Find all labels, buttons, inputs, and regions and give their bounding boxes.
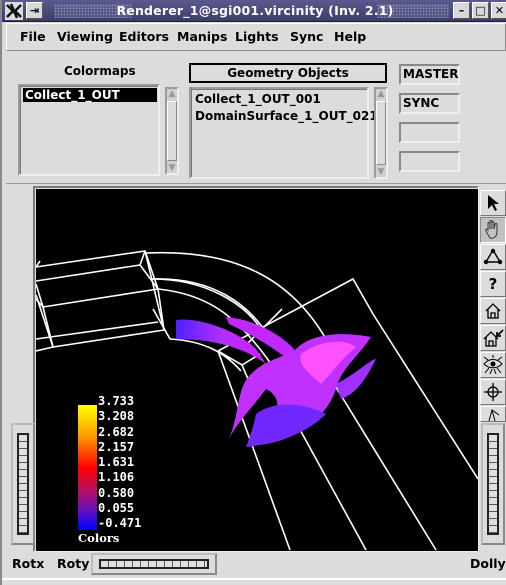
geometry-item[interactable]: Collect_1_OUT_001 bbox=[195, 92, 321, 106]
colormaps-list[interactable]: Collect_1_OUT bbox=[18, 84, 160, 176]
scroll-thumb[interactable] bbox=[376, 101, 386, 165]
colormap-item-selected[interactable]: Collect_1_OUT bbox=[23, 88, 157, 102]
seek-triangle-icon bbox=[483, 248, 503, 265]
color-legend bbox=[78, 405, 97, 530]
scroll-thumb[interactable] bbox=[167, 101, 177, 161]
seek-button[interactable] bbox=[480, 244, 506, 270]
separator bbox=[6, 183, 506, 184]
legend-value: 2.682 bbox=[98, 424, 135, 439]
question-icon: ? bbox=[488, 275, 498, 293]
isosurface bbox=[176, 317, 376, 447]
scroll-down-icon[interactable]: ▼ bbox=[167, 163, 177, 173]
legend-value: -0.471 bbox=[98, 516, 142, 531]
3d-viewport[interactable]: 3.733 3.208 2.682 2.157 1.631 1.106 0.580 0.055… bbox=[36, 189, 478, 551]
colormaps-scrollbar[interactable]: ▲ ▼ bbox=[165, 87, 179, 175]
rotx-wheel-track[interactable] bbox=[17, 433, 29, 535]
seek-target-button[interactable] bbox=[480, 379, 506, 405]
menu-help[interactable]: Help bbox=[334, 29, 366, 44]
legend-value: 3.208 bbox=[98, 409, 135, 424]
geometry-item[interactable]: DomainSurface_1_OUT_021 bbox=[195, 109, 378, 123]
master-button[interactable]: MASTER bbox=[399, 64, 460, 85]
view-mode-button[interactable] bbox=[480, 217, 506, 243]
close-button[interactable]: ✕ bbox=[491, 2, 506, 19]
pick-mode-button[interactable] bbox=[480, 190, 506, 216]
menu-file[interactable]: File bbox=[20, 29, 46, 44]
sync-button[interactable]: SYNC bbox=[399, 93, 460, 114]
colorbar bbox=[78, 405, 97, 530]
empty-button-2[interactable] bbox=[399, 151, 460, 172]
menu-viewing[interactable]: Viewing bbox=[57, 29, 113, 44]
roty-label: Roty bbox=[57, 556, 90, 571]
colormaps-label: Colormaps bbox=[64, 64, 136, 78]
minimize-icon: – bbox=[458, 4, 465, 17]
roty-wheel-track[interactable] bbox=[99, 559, 209, 569]
geometry-objects-header[interactable]: Geometry Objects bbox=[189, 63, 387, 83]
empty-button-1[interactable] bbox=[399, 122, 460, 143]
set-home-button[interactable] bbox=[480, 325, 506, 351]
dolly-label: Dolly bbox=[470, 556, 506, 571]
perspective-camera-icon bbox=[488, 409, 500, 421]
rotx-thumbwheel[interactable] bbox=[11, 423, 35, 545]
menu-lights[interactable]: Lights bbox=[235, 29, 279, 44]
maximize-icon: □ bbox=[475, 4, 486, 17]
menu-manips[interactable]: Manips bbox=[177, 29, 227, 44]
legend-value: 1.631 bbox=[98, 455, 135, 470]
camera-type-button[interactable] bbox=[480, 406, 506, 422]
legend-title: Colors bbox=[78, 531, 120, 545]
legend-value: 3.733 bbox=[98, 394, 135, 408]
dolly-thumbwheel[interactable] bbox=[481, 423, 505, 545]
geometry-scrollbar[interactable]: ▲ ▼ bbox=[374, 87, 388, 179]
minimize-button[interactable]: – bbox=[453, 2, 470, 19]
scroll-up-icon[interactable]: ▲ bbox=[376, 89, 386, 99]
home-button[interactable] bbox=[480, 298, 506, 324]
legend-value: 1.106 bbox=[98, 470, 135, 485]
menu-bar: File Viewing Editors Manips Lights Sync … bbox=[6, 23, 506, 51]
legend-value: 2.157 bbox=[98, 439, 135, 454]
geometry-list[interactable]: Collect_1_OUT_001 DomainSurface_1_OUT_02… bbox=[189, 87, 378, 179]
home-icon bbox=[485, 303, 501, 319]
help-button[interactable]: ? bbox=[480, 271, 506, 297]
view-all-button[interactable] bbox=[480, 352, 506, 378]
set-home-icon bbox=[483, 329, 504, 347]
maximize-button[interactable]: □ bbox=[472, 2, 489, 19]
menu-editors[interactable]: Editors bbox=[119, 29, 169, 44]
hand-icon bbox=[485, 220, 498, 239]
legend-value: 0.055 bbox=[98, 501, 135, 516]
title-bar[interactable]: ⇥ Renderer_1@sgi001.vircinity (Inv. 2.1)… bbox=[2, 0, 506, 22]
legend-value: 0.580 bbox=[98, 485, 135, 500]
roty-thumbwheel[interactable] bbox=[91, 553, 217, 575]
crosshair-icon bbox=[484, 383, 502, 401]
dolly-wheel-track[interactable] bbox=[487, 433, 499, 535]
rotx-label: Rotx bbox=[12, 556, 45, 571]
arrow-pointer-icon bbox=[488, 195, 499, 211]
isosurface-lower-lobe bbox=[246, 404, 326, 447]
scroll-up-icon[interactable]: ▲ bbox=[167, 89, 177, 99]
renderer-window: ⇥ Renderer_1@sgi001.vircinity (Inv. 2.1)… bbox=[0, 0, 506, 585]
view-all-eye-icon bbox=[483, 355, 503, 375]
menu-sync[interactable]: Sync bbox=[290, 29, 323, 44]
window-title: Renderer_1@sgi001.vircinity (Inv. 2.1) bbox=[116, 3, 394, 18]
legend-labels: 3.733 3.208 2.682 2.157 1.631 1.106 0.580 0.055… bbox=[98, 394, 141, 532]
bottom-edge bbox=[2, 578, 506, 580]
scroll-down-icon[interactable]: ▼ bbox=[376, 167, 386, 177]
close-icon: ✕ bbox=[494, 4, 505, 17]
